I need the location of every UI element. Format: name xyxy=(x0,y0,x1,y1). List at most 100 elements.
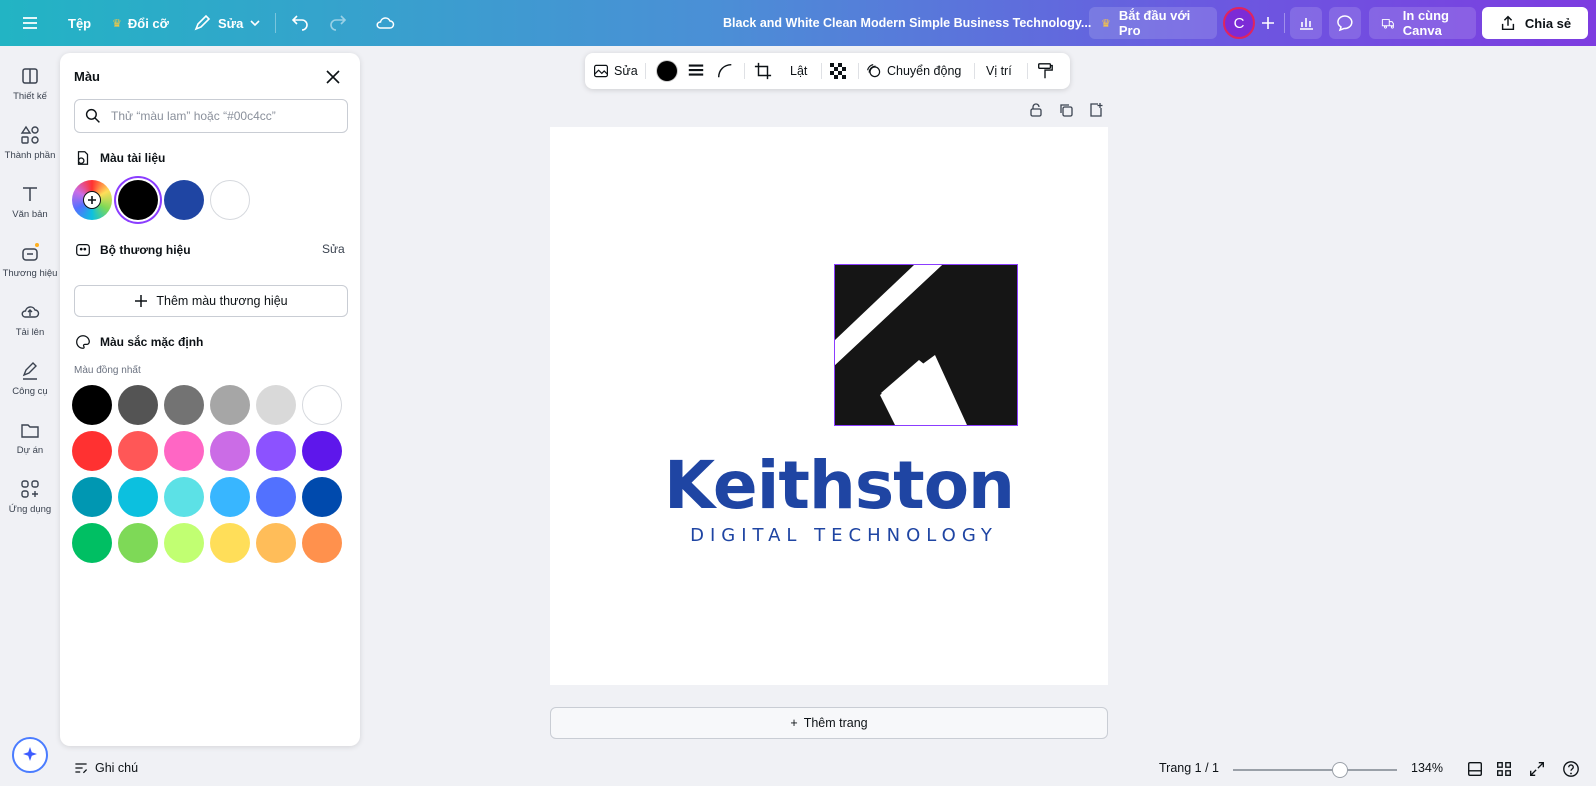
solid-color-swatch[interactable] xyxy=(256,431,296,471)
solid-color-swatch[interactable] xyxy=(302,431,342,471)
apps-icon xyxy=(21,480,39,498)
border-style-button[interactable] xyxy=(687,53,705,89)
comment-button[interactable] xyxy=(1329,7,1361,39)
edit-mode-button[interactable]: Sửa xyxy=(192,0,261,46)
magic-assistant-button[interactable] xyxy=(12,737,48,773)
document-title[interactable]: Black and White Clean Modern Simple Busi… xyxy=(723,0,1091,46)
rail-item-draw[interactable]: Công cụ xyxy=(0,360,60,397)
solid-color-swatch[interactable] xyxy=(118,523,158,563)
add-brand-color-button[interactable]: Thêm màu thương hiệu xyxy=(74,285,348,317)
rail-item-projects[interactable]: Dự án xyxy=(0,419,60,456)
notes-button[interactable]: Ghi chú xyxy=(73,760,138,776)
solid-color-swatch[interactable] xyxy=(302,477,342,517)
resize-button[interactable]: ♛ Đổi cỡ xyxy=(112,0,169,46)
fullscreen-icon[interactable] xyxy=(1528,760,1546,778)
solid-color-swatch[interactable] xyxy=(164,523,204,563)
analytics-button[interactable] xyxy=(1290,7,1322,39)
add-page-icon[interactable] xyxy=(1088,102,1104,118)
zoom-slider[interactable] xyxy=(1233,762,1397,778)
rail-item-design[interactable]: Thiết kế xyxy=(0,65,60,102)
position-button[interactable]: Vị trí xyxy=(986,53,1012,89)
solid-color-swatch[interactable] xyxy=(210,477,250,517)
zoom-level[interactable]: 134% xyxy=(1411,761,1443,775)
brand-icon xyxy=(22,243,39,261)
plus-icon xyxy=(135,295,148,307)
file-menu[interactable]: Tệp xyxy=(68,0,91,46)
solid-color-swatch[interactable] xyxy=(164,431,204,471)
solid-color-swatch[interactable] xyxy=(118,477,158,517)
rail-item-brand[interactable]: Thương hiệu xyxy=(0,242,60,279)
flip-button[interactable]: Lật xyxy=(790,53,807,89)
design-canvas[interactable]: Keithston DIGITAL TECHNOLOGY xyxy=(550,127,1108,685)
logo-graphic[interactable] xyxy=(834,264,1018,426)
lock-icon[interactable] xyxy=(1028,102,1044,118)
tagline-text[interactable]: DIGITAL TECHNOLOGY xyxy=(550,525,1108,546)
brand-kit-edit-link[interactable]: Sửa xyxy=(322,242,345,256)
elements-icon xyxy=(20,125,39,144)
solid-color-swatch[interactable] xyxy=(210,523,250,563)
solid-color-swatch[interactable] xyxy=(164,477,204,517)
solid-color-swatch[interactable] xyxy=(72,523,112,563)
menu-icon[interactable] xyxy=(20,0,40,46)
start-pro-button[interactable]: ♛ Bắt đầu với Pro xyxy=(1089,7,1217,39)
default-colors-heading: Màu sắc mặc định xyxy=(74,333,203,351)
animate-button[interactable]: Chuyển động xyxy=(866,53,961,89)
add-color-swatch[interactable] xyxy=(72,180,112,220)
rail-item-elements[interactable]: Thành phần xyxy=(0,124,60,161)
solid-color-swatch[interactable] xyxy=(72,431,112,471)
solid-color-swatch[interactable] xyxy=(118,431,158,471)
upload-share-icon xyxy=(1501,15,1514,31)
rail-item-apps[interactable]: Ứng dụng xyxy=(0,478,60,515)
left-rail: Thiết kế Thành phần Văn bản Thương hiệu … xyxy=(0,46,60,786)
plus-icon xyxy=(83,191,101,209)
undo-button[interactable] xyxy=(290,0,310,46)
save-status-button[interactable] xyxy=(375,0,395,46)
sparkle-icon xyxy=(23,747,37,761)
palette-icon xyxy=(76,335,90,349)
add-page-button[interactable]: + Thêm trang xyxy=(550,707,1108,739)
grid-view-icon[interactable] xyxy=(1495,760,1513,778)
solid-color-swatch[interactable] xyxy=(210,385,250,425)
zoom-slider-handle[interactable] xyxy=(1331,762,1348,778)
solid-color-swatch[interactable] xyxy=(302,523,342,563)
share-button[interactable]: Chia sẻ xyxy=(1482,7,1588,39)
color-panel: Màu Màu tài liệu Bộ thương hiệu Sửa Thêm… xyxy=(60,53,360,746)
undo-icon xyxy=(291,15,308,31)
close-icon[interactable] xyxy=(323,67,343,87)
color-search-input[interactable] xyxy=(111,109,331,123)
invite-button[interactable] xyxy=(1258,0,1278,46)
transparency-button[interactable] xyxy=(829,53,847,89)
print-button[interactable]: In cùng Canva xyxy=(1369,7,1476,39)
solid-color-swatch[interactable] xyxy=(302,385,342,425)
corner-rounding-button[interactable] xyxy=(716,53,734,89)
solid-color-swatch[interactable] xyxy=(72,477,112,517)
brand-name-text[interactable]: Keithston xyxy=(550,447,1108,524)
doc-color-swatch[interactable] xyxy=(164,180,204,220)
doc-color-swatch[interactable] xyxy=(210,180,250,220)
pages-view-icon[interactable] xyxy=(1466,760,1484,778)
crop-button[interactable] xyxy=(754,53,772,89)
color-button[interactable] xyxy=(657,53,677,89)
avatar[interactable]: C xyxy=(1223,7,1255,39)
redo-button[interactable] xyxy=(328,0,348,46)
solid-color-swatch[interactable] xyxy=(256,477,296,517)
page-indicator[interactable]: Trang 1 / 1 xyxy=(1159,761,1219,775)
doc-color-swatch-selected[interactable] xyxy=(118,180,158,220)
color-search[interactable] xyxy=(74,99,348,133)
rail-item-text[interactable]: Văn bản xyxy=(0,183,60,220)
edit-image-button[interactable]: Sửa xyxy=(593,53,638,89)
crop-icon xyxy=(754,62,772,80)
corner-radius-icon xyxy=(717,63,732,78)
plus-icon: + xyxy=(790,716,798,730)
solid-color-swatch[interactable] xyxy=(164,385,204,425)
solid-color-swatch[interactable] xyxy=(256,385,296,425)
solid-color-swatch[interactable] xyxy=(118,385,158,425)
duplicate-page-icon[interactable] xyxy=(1058,102,1074,118)
rail-item-upload[interactable]: Tải lên xyxy=(0,301,60,338)
brand-kit-icon xyxy=(76,243,90,257)
copy-style-button[interactable] xyxy=(1036,53,1054,89)
solid-color-swatch[interactable] xyxy=(256,523,296,563)
help-icon[interactable] xyxy=(1562,760,1580,778)
solid-color-swatch[interactable] xyxy=(210,431,250,471)
solid-color-swatch[interactable] xyxy=(72,385,112,425)
